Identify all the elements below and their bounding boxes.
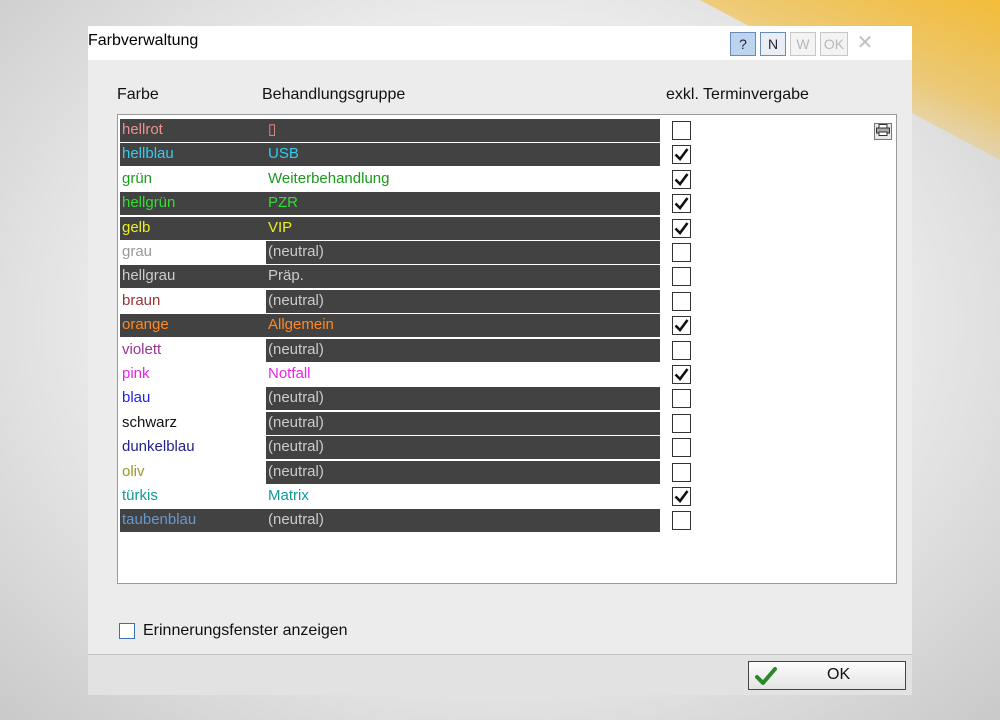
- title-bar: Farbverwaltung ? N W OK ✕: [88, 26, 912, 60]
- list-row[interactable]: violett (neutral): [118, 338, 898, 362]
- treatment-group-cell[interactable]: Allgemein: [266, 314, 660, 338]
- treatment-group-cell[interactable]: (neutral): [266, 241, 660, 264]
- exclusive-scheduling-checkbox[interactable]: [672, 389, 691, 409]
- color-name-cell: grün: [120, 167, 266, 191]
- color-name-cell: orange: [120, 314, 266, 338]
- reminder-label: Erinnerungsfenster anzeigen: [143, 622, 348, 639]
- exclusive-scheduling-checkbox[interactable]: [672, 194, 691, 214]
- checkmark-icon: [674, 197, 689, 211]
- list-row[interactable]: türkis Matrix: [118, 485, 898, 508]
- checkmark-icon: [674, 368, 689, 381]
- color-name-cell: gelb: [120, 216, 266, 240]
- w-button[interactable]: W: [790, 32, 816, 56]
- n-button[interactable]: N: [760, 32, 786, 56]
- treatment-group-cell[interactable]: (neutral): [266, 411, 660, 435]
- treatment-group-cell[interactable]: (neutral): [266, 460, 660, 484]
- treatment-group-cell[interactable]: Weiterbehandlung: [266, 167, 660, 191]
- list-row[interactable]: hellrot ▯: [118, 119, 898, 142]
- treatment-group-cell[interactable]: USB: [266, 143, 660, 167]
- list-row[interactable]: dunkelblau (neutral): [118, 436, 898, 460]
- exclusive-scheduling-checkbox[interactable]: [672, 316, 691, 336]
- list-row[interactable]: pink Notfall: [118, 363, 898, 386]
- color-name-cell: hellgrün: [120, 192, 266, 216]
- exclusive-scheduling-checkbox[interactable]: [672, 145, 691, 165]
- exclusive-scheduling-checkbox[interactable]: [672, 340, 691, 360]
- checkmark-icon: [674, 148, 689, 162]
- reminder-checkbox[interactable]: [119, 623, 135, 639]
- title-ok-button[interactable]: OK: [820, 32, 848, 56]
- checkmark-icon: [674, 319, 689, 333]
- close-button[interactable]: ✕: [852, 32, 878, 56]
- exclusive-scheduling-checkbox[interactable]: [672, 267, 691, 287]
- list-row[interactable]: hellblau USB: [118, 143, 898, 167]
- color-name-cell: taubenblau: [120, 509, 266, 533]
- color-name-cell: blau: [120, 387, 266, 411]
- color-name-cell: türkis: [120, 485, 266, 508]
- exclusive-scheduling-checkbox[interactable]: [672, 243, 691, 262]
- treatment-group-cell[interactable]: (neutral): [266, 387, 660, 411]
- treatment-group-cell[interactable]: ▯: [266, 119, 660, 142]
- list-row[interactable]: schwarz (neutral): [118, 411, 898, 435]
- help-button[interactable]: ?: [730, 32, 756, 56]
- exclusive-scheduling-checkbox[interactable]: [672, 169, 691, 189]
- treatment-group-cell[interactable]: Matrix: [266, 485, 660, 508]
- exclusive-scheduling-checkbox[interactable]: [672, 511, 691, 531]
- list-row[interactable]: grau (neutral): [118, 241, 898, 264]
- checkmark-icon: [674, 221, 689, 235]
- window-title: Farbverwaltung: [88, 32, 199, 49]
- list-row[interactable]: oliv (neutral): [118, 460, 898, 484]
- color-name-cell: hellgrau: [120, 265, 266, 289]
- color-name-cell: grau: [120, 241, 266, 264]
- dialog-window: Farbverwaltung ? N W OK ✕ Farbe Behandlu…: [88, 26, 912, 695]
- treatment-group-cell[interactable]: (neutral): [266, 289, 660, 313]
- color-name-cell: schwarz: [120, 411, 266, 435]
- exclusive-scheduling-checkbox[interactable]: [672, 365, 691, 384]
- exclusive-scheduling-checkbox[interactable]: [672, 413, 691, 433]
- exclusive-scheduling-checkbox[interactable]: [672, 218, 691, 238]
- treatment-group-cell[interactable]: Notfall: [266, 363, 660, 386]
- treatment-group-cell[interactable]: (neutral): [266, 436, 660, 460]
- header-farbe: Farbe: [117, 86, 159, 103]
- exclusive-scheduling-checkbox[interactable]: [672, 438, 691, 458]
- checkmark-icon: [674, 490, 689, 503]
- exclusive-scheduling-checkbox[interactable]: [672, 291, 691, 311]
- treatment-group-cell[interactable]: PZR: [266, 192, 660, 216]
- color-name-cell: dunkelblau: [120, 436, 266, 460]
- checkmark-icon: [755, 667, 777, 685]
- list-row[interactable]: braun (neutral): [118, 289, 898, 313]
- list-row[interactable]: hellgrün PZR: [118, 192, 898, 216]
- list-row[interactable]: hellgrau Präp.: [118, 265, 898, 289]
- printer-icon[interactable]: [874, 123, 892, 140]
- exclusive-scheduling-checkbox[interactable]: [672, 462, 691, 482]
- header-behandlungsgruppe: Behandlungsgruppe: [262, 86, 406, 103]
- color-name-cell: braun: [120, 289, 266, 313]
- color-list[interactable]: hellrot ▯ hellblau USB grün Weiterbehandlung h…: [117, 114, 897, 584]
- color-name-cell: pink: [120, 363, 266, 386]
- exclusive-scheduling-checkbox[interactable]: [672, 487, 691, 506]
- color-name-cell: oliv: [120, 460, 266, 484]
- color-name-cell: hellblau: [120, 143, 266, 167]
- exclusive-scheduling-checkbox[interactable]: [672, 121, 691, 140]
- ok-button-label: OK: [827, 666, 851, 683]
- ok-button[interactable]: OK: [748, 661, 906, 690]
- color-name-cell: violett: [120, 338, 266, 362]
- list-row[interactable]: orange Allgemein: [118, 314, 898, 338]
- checkmark-icon: [674, 173, 689, 186]
- list-row[interactable]: gelb VIP: [118, 216, 898, 240]
- color-name-cell: hellrot: [120, 119, 266, 142]
- treatment-group-cell[interactable]: (neutral): [266, 509, 660, 533]
- header-exkl-terminvergabe: exkl. Terminvergabe: [666, 86, 809, 103]
- list-row[interactable]: blau (neutral): [118, 387, 898, 411]
- treatment-group-cell[interactable]: Präp.: [266, 265, 660, 289]
- treatment-group-cell[interactable]: (neutral): [266, 338, 660, 362]
- list-row[interactable]: grün Weiterbehandlung: [118, 167, 898, 191]
- treatment-group-cell[interactable]: VIP: [266, 216, 660, 240]
- list-row[interactable]: taubenblau (neutral): [118, 509, 898, 533]
